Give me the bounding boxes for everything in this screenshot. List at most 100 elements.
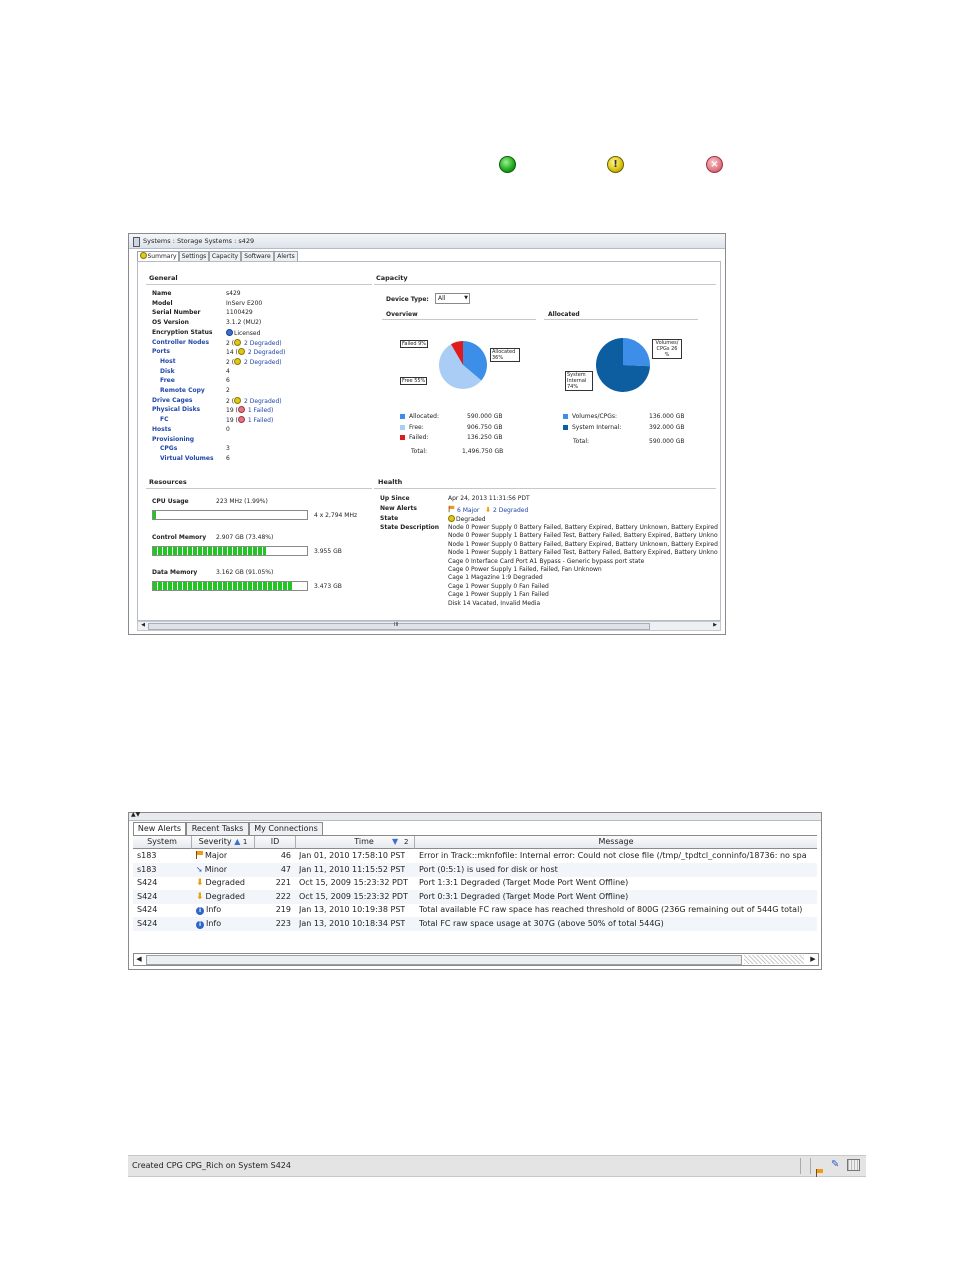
column-header-time[interactable]: Time ▼ 2 bbox=[296, 836, 415, 849]
table-row[interactable]: S424 i Info 219 Jan 13, 2010 10:19:38 PST Tot… bbox=[133, 903, 817, 917]
legend-label: Free: bbox=[409, 423, 424, 431]
cell-message: Total available FC raw space has reached… bbox=[419, 905, 803, 915]
general-value-8: 4 bbox=[226, 367, 230, 375]
general-value-1: InServ E200 bbox=[226, 299, 263, 307]
summary-horizontal-scrollbar[interactable]: ◀ III ▶ bbox=[137, 621, 721, 631]
legend-swatch bbox=[563, 414, 568, 419]
cell-time: Jan 01, 2010 17:58:10 PST bbox=[299, 851, 406, 860]
general-label-6[interactable]: Ports bbox=[152, 348, 170, 355]
error-icon bbox=[237, 406, 245, 414]
general-link-5[interactable]: 2 Degraded) bbox=[244, 340, 282, 347]
new-alerts-major-link[interactable]: 6 Major bbox=[457, 507, 479, 514]
scroll-thumb[interactable] bbox=[146, 955, 742, 965]
tab-recent-tasks[interactable]: Recent Tasks bbox=[186, 822, 249, 835]
control-memory-bar bbox=[152, 546, 308, 556]
cpu-usage-bar bbox=[152, 510, 308, 520]
table-row[interactable]: s183 ➘ Minor 47 Jan 11, 2010 11:15:52 PST Por… bbox=[133, 862, 817, 877]
scroll-left-icon[interactable]: ◀ bbox=[134, 954, 144, 965]
table-row[interactable]: s183 Major 46 Jan 01, 2010 17:58:10 PST Erro… bbox=[133, 849, 817, 863]
new-alerts-degraded-link[interactable]: 2 Degraded bbox=[493, 507, 528, 514]
general-link-7[interactable]: 2 Degraded) bbox=[244, 359, 282, 366]
alert-flag-icon[interactable] bbox=[816, 1161, 825, 1180]
table-row[interactable]: S424 ⬇ Degraded 222 Oct 15, 2009 15:23:32 PD… bbox=[133, 889, 817, 904]
cell-message: Port 1:3:1 Degraded (Target Mode Port We… bbox=[419, 878, 629, 888]
network-icon[interactable] bbox=[847, 1159, 860, 1171]
scroll-right-icon[interactable]: ▶ bbox=[808, 954, 818, 965]
cell-severity: i Info bbox=[196, 919, 221, 929]
tab-software[interactable]: Software bbox=[241, 251, 274, 261]
general-link-6[interactable]: 2 Degraded) bbox=[248, 349, 286, 356]
table-row[interactable]: S424 ⬇ Degraded 221 Oct 15, 2009 15:23:32 PD… bbox=[133, 876, 817, 890]
general-label-14[interactable]: Hosts bbox=[152, 426, 171, 433]
major-flag-icon bbox=[448, 505, 455, 513]
pie-callout-failed: Failed 9% bbox=[400, 340, 429, 348]
general-link-13[interactable]: 1 Failed) bbox=[248, 417, 273, 424]
new-alerts-label: New Alerts bbox=[380, 505, 417, 512]
info-icon: i bbox=[196, 921, 204, 929]
general-label-16[interactable]: CPGs bbox=[160, 445, 177, 452]
edit-icon[interactable]: ✎ bbox=[831, 1159, 839, 1170]
general-link-12[interactable]: 1 Failed) bbox=[248, 407, 273, 414]
general-label-8[interactable]: Disk bbox=[160, 368, 175, 375]
state-description-line: Node 1 Power Supply 1 Battery Failed Tes… bbox=[448, 549, 718, 557]
panel-collapse-strip[interactable]: ▲▼ bbox=[129, 811, 821, 821]
legend-value: 136.250 GB bbox=[467, 434, 503, 441]
general-value-9: 6 bbox=[226, 377, 230, 385]
tab-settings[interactable]: Settings bbox=[179, 251, 209, 261]
general-label-7[interactable]: Host bbox=[160, 358, 176, 365]
legend-label: System Internal: bbox=[572, 423, 622, 431]
cell-system: S424 bbox=[137, 878, 158, 888]
yellow-status-icon: ! bbox=[607, 156, 624, 173]
data-memory-bar bbox=[152, 581, 308, 591]
warning-icon bbox=[139, 252, 147, 259]
general-label-13[interactable]: FC bbox=[160, 416, 169, 423]
resources-heading: Resources bbox=[149, 478, 187, 486]
allocated-total-label: Total: bbox=[573, 438, 590, 445]
general-label-11[interactable]: Drive Cages bbox=[152, 397, 192, 404]
general-label-5[interactable]: Controller Nodes bbox=[152, 339, 209, 346]
general-value-0: s429 bbox=[226, 290, 241, 297]
scroll-left-icon[interactable]: ◀ bbox=[138, 620, 148, 629]
allocated-pie-chart bbox=[596, 338, 650, 392]
general-label-17[interactable]: Virtual Volumes bbox=[160, 455, 214, 462]
column-header-message[interactable]: Message bbox=[415, 836, 817, 849]
general-value-16: 3 bbox=[226, 445, 230, 453]
table-row[interactable]: S424 i Info 223 Jan 13, 2010 10:18:34 PST Tot… bbox=[133, 917, 817, 931]
general-label-9[interactable]: Free bbox=[160, 377, 175, 384]
legend-value: 392.000 GB bbox=[649, 423, 685, 431]
tab-my-connections[interactable]: My Connections bbox=[249, 822, 323, 835]
cell-id: 222 bbox=[275, 891, 291, 901]
scroll-thumb[interactable]: III bbox=[148, 622, 650, 630]
column-header-severity[interactable]: Severity ▲ 1 bbox=[192, 836, 255, 849]
collapse-arrows-icon[interactable]: ▲▼ bbox=[131, 811, 140, 818]
general-label-1: Model bbox=[152, 299, 173, 307]
cell-severity: ⬇ Degraded bbox=[196, 878, 245, 889]
state-label: State bbox=[380, 515, 399, 522]
cpu-usage-max: 4 x 2,794 MHz bbox=[314, 512, 358, 519]
new-alerts-value: 6 Major ⬇ 2 Degraded bbox=[448, 505, 528, 514]
alerts-horizontal-scrollbar[interactable]: ◀ ▶ bbox=[133, 953, 819, 966]
column-header-system[interactable]: System bbox=[133, 836, 192, 849]
column-header-id[interactable]: ID bbox=[255, 836, 296, 849]
window-titlebar: Systems : Storage Systems : s429 bbox=[129, 234, 725, 249]
cell-time: Oct 15, 2009 15:23:32 PDT bbox=[299, 878, 408, 888]
cell-id: 221 bbox=[275, 878, 291, 888]
general-label-10[interactable]: Remote Copy bbox=[160, 387, 205, 394]
scroll-right-icon[interactable]: ▶ bbox=[710, 620, 720, 629]
legend-swatch bbox=[400, 414, 405, 419]
tab-capacity[interactable]: Capacity bbox=[209, 251, 241, 261]
cell-id: 219 bbox=[275, 905, 291, 915]
tab-alerts[interactable]: Alerts bbox=[274, 251, 298, 261]
tab-new-alerts[interactable]: New Alerts bbox=[133, 822, 186, 836]
cell-message: Error in Track::mknfofile: Internal erro… bbox=[419, 851, 807, 860]
general-link-11[interactable]: 2 Degraded) bbox=[244, 398, 282, 405]
cell-message: Total FC raw space usage at 307G (above … bbox=[419, 919, 664, 928]
general-label-15[interactable]: Provisioning bbox=[152, 436, 194, 443]
error-icon bbox=[237, 416, 245, 424]
state-description-line: Cage 0 Power Supply 1 Failed, Failed, Fa… bbox=[448, 566, 602, 574]
degraded-arrow-icon: ⬇ bbox=[196, 878, 204, 889]
legend-label: Volumes/CPGs: bbox=[572, 413, 618, 420]
general-label-12[interactable]: Physical Disks bbox=[152, 406, 200, 413]
pie-slice-0 bbox=[623, 338, 650, 367]
device-type-select[interactable]: All ▼ bbox=[435, 293, 470, 304]
